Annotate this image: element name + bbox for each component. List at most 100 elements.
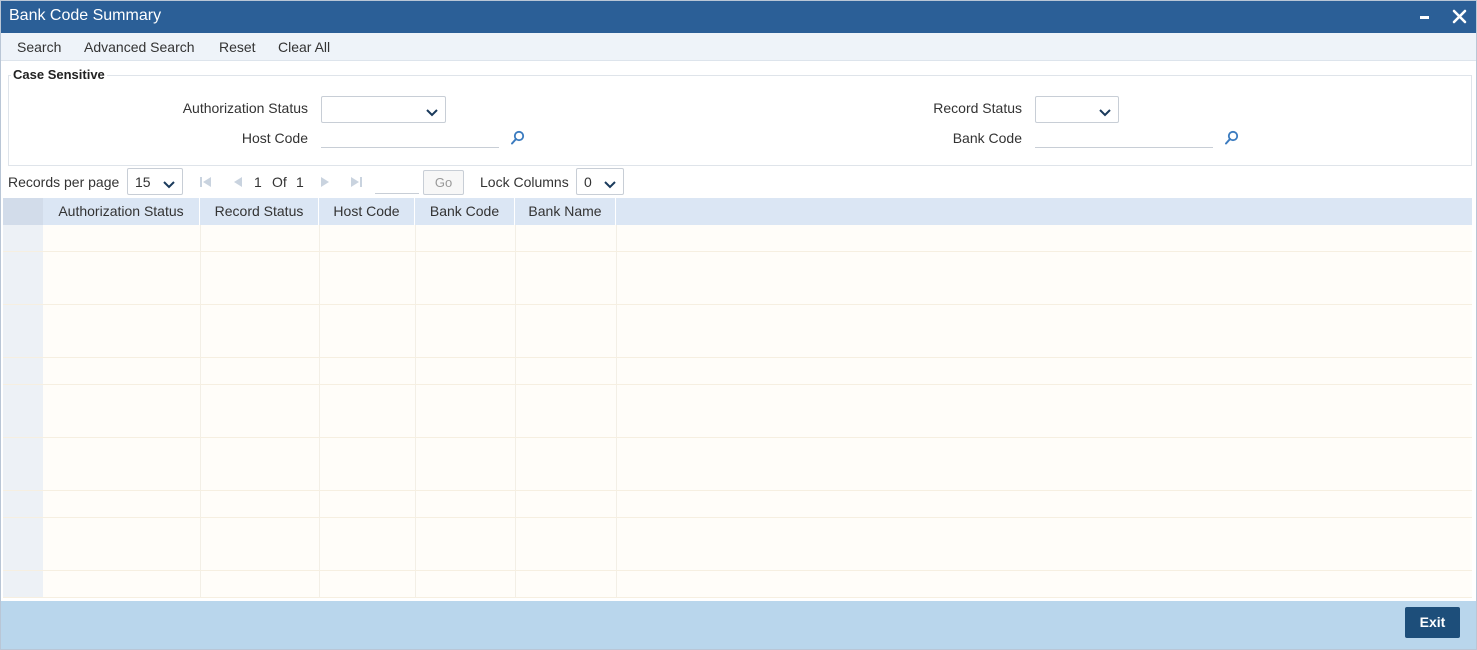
- column-divider: [415, 225, 416, 251]
- search-button[interactable]: Search: [17, 39, 61, 55]
- table-row[interactable]: [3, 437, 1472, 465]
- column-divider: [415, 304, 416, 331]
- exit-button[interactable]: Exit: [1405, 607, 1460, 638]
- table-row[interactable]: [3, 331, 1472, 359]
- column-divider: [515, 544, 516, 571]
- column-divider: [616, 225, 617, 251]
- host-code-label: Host Code: [241, 130, 308, 146]
- select-all-column[interactable]: [3, 198, 43, 225]
- column-divider: [319, 251, 320, 278]
- table-row[interactable]: [3, 570, 1472, 598]
- current-page: 1: [254, 174, 262, 190]
- row-select-cell[interactable]: [3, 437, 43, 464]
- minimize-icon[interactable]: [1413, 5, 1437, 29]
- column-divider: [415, 384, 416, 411]
- table-row[interactable]: [3, 517, 1472, 545]
- row-select-cell[interactable]: [3, 331, 43, 358]
- lock-columns-label: Lock Columns: [480, 174, 569, 190]
- column-header-authorization-status[interactable]: Authorization Status: [43, 198, 200, 225]
- row-select-cell[interactable]: [3, 304, 43, 331]
- next-page-icon[interactable]: [318, 175, 332, 189]
- table-row[interactable]: [3, 278, 1472, 306]
- row-select-cell[interactable]: [3, 517, 43, 544]
- column-divider: [319, 517, 320, 544]
- column-divider: [200, 278, 201, 305]
- reset-button[interactable]: Reset: [219, 39, 256, 55]
- column-divider: [515, 384, 516, 411]
- chevron-down-icon: [425, 105, 439, 117]
- pagination-bar: Records per page 15 1 Of 1 Go Lock Colum…: [1, 167, 1476, 197]
- column-header-host-code[interactable]: Host Code: [319, 198, 415, 225]
- column-divider: [200, 251, 201, 278]
- column-divider: [515, 464, 516, 491]
- table-row[interactable]: [3, 358, 1472, 385]
- table-row[interactable]: [3, 491, 1472, 518]
- last-page-icon[interactable]: [349, 175, 363, 189]
- first-page-icon[interactable]: [199, 175, 213, 189]
- lock-columns-select[interactable]: 0: [576, 168, 624, 195]
- row-select-cell[interactable]: [3, 544, 43, 571]
- column-divider: [515, 437, 516, 464]
- record-status-select[interactable]: [1035, 96, 1119, 123]
- table-row[interactable]: [3, 384, 1472, 412]
- close-icon[interactable]: [1447, 5, 1471, 29]
- column-divider: [200, 358, 201, 384]
- results-table-header: Authorization Status Record Status Host …: [3, 198, 1472, 225]
- column-divider: [616, 437, 617, 464]
- authorization-status-label: Authorization Status: [182, 100, 308, 116]
- table-row[interactable]: [3, 251, 1472, 279]
- column-divider: [200, 437, 201, 464]
- row-select-cell[interactable]: [3, 464, 43, 491]
- column-divider: [616, 384, 617, 411]
- column-divider: [319, 304, 320, 331]
- row-select-cell[interactable]: [3, 251, 43, 278]
- bank-code-input[interactable]: [1035, 126, 1213, 148]
- go-to-page-input[interactable]: [375, 174, 419, 194]
- column-divider: [319, 411, 320, 438]
- column-divider: [616, 411, 617, 438]
- column-divider: [616, 491, 617, 517]
- column-divider: [515, 278, 516, 305]
- table-row[interactable]: [3, 411, 1472, 439]
- bank-code-lookup-icon[interactable]: [1224, 130, 1240, 146]
- host-code-input[interactable]: [321, 126, 499, 148]
- footer-bar: [1, 601, 1476, 649]
- column-divider: [200, 225, 201, 251]
- table-row[interactable]: [3, 225, 1472, 252]
- clear-all-button[interactable]: Clear All: [278, 39, 330, 55]
- column-header-bank-name[interactable]: Bank Name: [515, 198, 616, 225]
- host-code-lookup-icon[interactable]: [510, 130, 526, 146]
- column-divider: [415, 517, 416, 544]
- records-per-page-select[interactable]: 15: [127, 168, 183, 195]
- column-divider: [200, 491, 201, 517]
- search-criteria-panel: [8, 75, 1472, 166]
- column-divider: [415, 437, 416, 464]
- column-header-bank-code[interactable]: Bank Code: [415, 198, 515, 225]
- row-select-cell[interactable]: [3, 491, 43, 517]
- prev-page-icon[interactable]: [231, 175, 245, 189]
- row-select-cell[interactable]: [3, 384, 43, 411]
- lock-columns-value: 0: [584, 174, 592, 190]
- column-divider: [319, 278, 320, 305]
- column-header-record-status[interactable]: Record Status: [200, 198, 319, 225]
- column-divider: [616, 331, 617, 358]
- authorization-status-select[interactable]: [321, 96, 446, 123]
- row-select-cell[interactable]: [3, 278, 43, 305]
- column-divider: [616, 278, 617, 305]
- row-select-cell[interactable]: [3, 570, 43, 597]
- row-select-cell[interactable]: [3, 358, 43, 384]
- column-divider: [515, 225, 516, 251]
- go-button[interactable]: Go: [423, 170, 464, 195]
- table-row[interactable]: [3, 544, 1472, 572]
- column-divider: [415, 491, 416, 517]
- advanced-search-button[interactable]: Advanced Search: [84, 39, 195, 55]
- column-divider: [200, 464, 201, 491]
- results-table-body: [3, 225, 1472, 598]
- column-divider: [200, 570, 201, 597]
- column-divider: [200, 331, 201, 358]
- row-select-cell[interactable]: [3, 225, 43, 251]
- column-divider: [200, 411, 201, 438]
- row-select-cell[interactable]: [3, 411, 43, 438]
- table-row[interactable]: [3, 304, 1472, 332]
- table-row[interactable]: [3, 464, 1472, 492]
